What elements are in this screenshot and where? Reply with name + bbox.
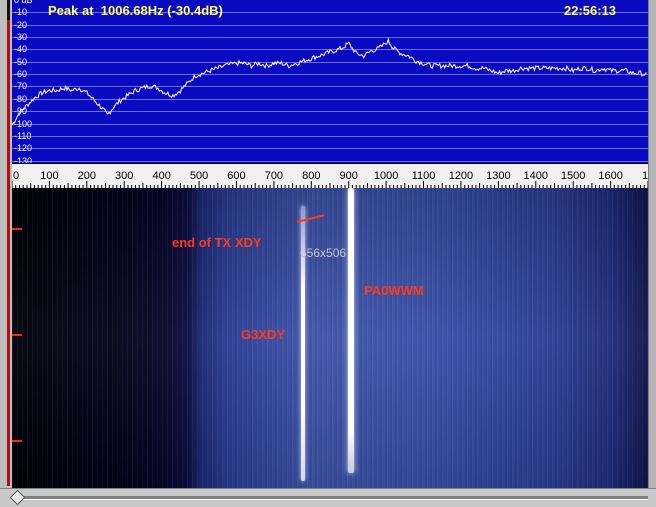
db-tick-label: -50 xyxy=(14,57,28,67)
peak-readout: Peak at 1006.68Hz (-30.4dB) xyxy=(48,3,223,18)
frequency-label: 900 xyxy=(339,170,358,182)
annotation-g3xdy: G3XDY xyxy=(241,327,286,342)
frequency-label: 200 xyxy=(77,170,96,182)
db-tick-label: -70 xyxy=(14,81,28,91)
frequency-label: 100 xyxy=(40,170,59,182)
frequency-label: 1500 xyxy=(560,170,586,182)
bottom-slider-bar xyxy=(0,488,656,507)
right-scrollbar[interactable] xyxy=(648,0,656,490)
time-marker xyxy=(12,334,22,336)
frequency-label: 1 xyxy=(641,170,648,182)
slider-track[interactable] xyxy=(14,496,648,500)
frequency-label: 1200 xyxy=(448,170,474,182)
frequency-label: 800 xyxy=(302,170,321,182)
db-tick-label: -120 xyxy=(14,143,33,153)
clock-readout: 22:56:13 xyxy=(564,3,617,18)
waterfall-shading xyxy=(12,188,648,488)
signal-trace-pa0wwm xyxy=(348,188,354,473)
frequency-label: 1000 xyxy=(373,170,399,182)
waterfall-display[interactable]: end of TX XDY 656x506 PA0WWM G3XDY xyxy=(12,188,648,488)
frequency-label: 400 xyxy=(152,170,171,182)
frequency-label: 300 xyxy=(115,170,134,182)
db-tick-label: -40 xyxy=(14,44,28,54)
db-tick-label: -80 xyxy=(14,94,28,104)
frequency-ruler[interactable]: 0 100 200 300 400 500 600 700 800 900 1000 1100 1200… xyxy=(12,163,648,189)
left-edge-top xyxy=(7,0,10,20)
db-tick-label: -110 xyxy=(14,131,32,141)
db-tick-label: -90 xyxy=(14,106,28,116)
frequency-label: 1400 xyxy=(523,170,548,182)
frequency-label: 1100 xyxy=(411,170,436,182)
spectrum-trace xyxy=(12,37,647,126)
frequency-label: 500 xyxy=(189,170,209,182)
frequency-label: 0 xyxy=(12,170,20,182)
frequency-label: 1300 xyxy=(486,170,511,182)
frequency-label: 600 xyxy=(227,170,246,182)
db-tick-label: -20 xyxy=(14,20,28,30)
left-level-indicator xyxy=(7,20,10,486)
db-tick-label: -60 xyxy=(14,69,28,79)
frequency-label: 700 xyxy=(264,170,284,182)
db-tick-label: 0 dB xyxy=(14,0,33,5)
time-marker xyxy=(12,440,22,442)
slider-thumb[interactable] xyxy=(9,489,26,506)
db-tick-label: -10 xyxy=(14,7,28,17)
frequency-label: 1600 xyxy=(598,170,623,182)
db-tick-label: -100 xyxy=(14,119,33,129)
db-tick-label: -30 xyxy=(14,32,28,42)
spectrum-plot xyxy=(12,12,648,162)
size-overlay-text: 656x506 xyxy=(300,246,347,260)
annotation-pa0wwm: PA0WWM xyxy=(364,283,424,298)
spectrum-panel[interactable]: 0 dB -10 -20 -30 -40 -50 -60 -70 -80 -90 -100 -110 -… xyxy=(12,0,648,164)
ruler-ticks xyxy=(12,181,648,188)
annotation-end-of-tx: end of TX XDY xyxy=(172,235,262,250)
time-marker xyxy=(12,228,22,230)
